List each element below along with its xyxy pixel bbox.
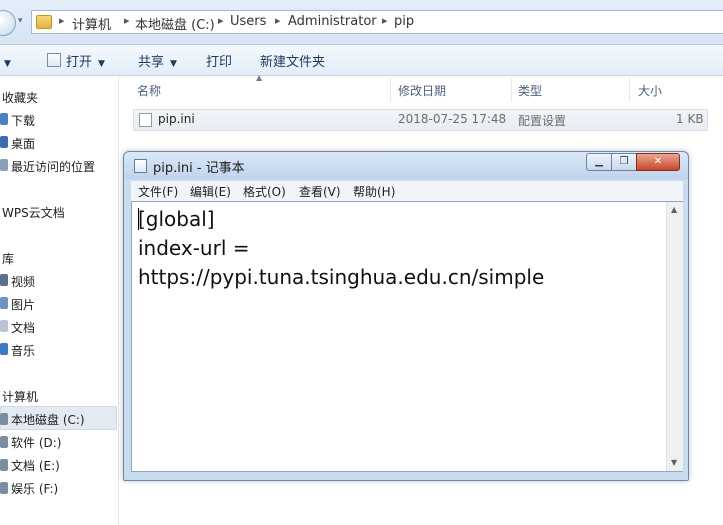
music-icon xyxy=(0,343,8,355)
nav-computer[interactable]: 计算机 xyxy=(2,388,38,405)
menu-view[interactable]: 查看(V) xyxy=(299,183,341,200)
menu-help[interactable]: 帮助(H) xyxy=(353,183,395,200)
downloads-icon xyxy=(0,113,8,125)
notepad-title-bar[interactable]: pip.ini - 记事本 ▁ ❐ ✕ xyxy=(124,152,688,179)
share-label: 共享 xyxy=(138,55,165,70)
history-dropdown-icon[interactable]: ▾ xyxy=(18,16,30,28)
column-divider[interactable] xyxy=(511,78,512,102)
breadcrumb-users[interactable]: Users xyxy=(230,14,266,29)
notepad-icon xyxy=(134,159,147,173)
breadcrumb-pip[interactable]: pip xyxy=(394,14,414,29)
chevron-down-icon: ▼ xyxy=(170,59,177,69)
drive-icon xyxy=(0,482,8,494)
chevron-down-icon: ▼ xyxy=(98,59,105,69)
open-icon xyxy=(47,53,61,67)
nav-drive-e[interactable]: 文档 (E:) xyxy=(11,457,60,474)
text-caret xyxy=(138,208,139,230)
menu-edit[interactable]: 编辑(E) xyxy=(190,183,231,200)
config-file-icon xyxy=(139,113,152,127)
drive-icon xyxy=(0,413,8,425)
menu-format[interactable]: 格式(O) xyxy=(243,183,286,200)
documents-icon xyxy=(0,320,8,332)
organize-button[interactable]: 组织▼ xyxy=(0,51,11,70)
new-folder-button[interactable]: 新建文件夹 xyxy=(260,51,325,70)
nav-videos[interactable]: 视频 xyxy=(11,273,35,290)
folder-icon xyxy=(36,15,52,29)
close-button[interactable]: ✕ xyxy=(636,153,680,171)
column-header-modified[interactable]: 修改日期 xyxy=(398,82,446,99)
nav-wps-cloud[interactable]: WPS云文档 xyxy=(2,204,65,221)
text-line: https://pypi.tuna.tsinghua.edu.cn/simple xyxy=(138,265,545,289)
navigation-pane: 收藏夹 下载 桌面 最近访问的位置 WPS云文档 库 视频 图片 文档 音乐 计… xyxy=(0,76,119,525)
text-editor[interactable]: [global] index-url = https://pypi.tuna.tsi… xyxy=(131,201,683,472)
chevron-down-icon: ▼ xyxy=(4,59,11,69)
file-type: 配置设置 xyxy=(518,114,567,128)
text-line: index-url = xyxy=(138,236,250,260)
column-header-name[interactable]: 名称 xyxy=(137,82,161,99)
text-line: [global] xyxy=(138,207,215,231)
command-toolbar: 组织▼ 打开 ▼ 共享 ▼ 打印 新建文件夹 xyxy=(0,45,723,76)
scroll-up-icon[interactable]: ▲ xyxy=(671,205,677,214)
breadcrumb-drive-c[interactable]: 本地磁盘 (C:) xyxy=(135,14,215,33)
menu-file[interactable]: 文件(F) xyxy=(138,183,178,200)
breadcrumb-chevron-icon[interactable]: ▸ xyxy=(59,14,65,27)
desktop-icon xyxy=(0,136,8,148)
breadcrumb-computer[interactable]: 计算机 xyxy=(72,14,111,33)
open-label: 打开 xyxy=(66,55,93,70)
drive-icon xyxy=(0,459,8,471)
nav-favorites[interactable]: 收藏夹 xyxy=(2,89,38,106)
pictures-icon xyxy=(0,297,8,309)
nav-recent[interactable]: 最近访问的位置 xyxy=(11,158,95,175)
breadcrumb-chevron-icon[interactable]: ▸ xyxy=(218,14,224,27)
print-button[interactable]: 打印 xyxy=(206,51,232,70)
recent-places-icon xyxy=(0,159,8,171)
drive-icon xyxy=(0,436,8,448)
scroll-down-icon[interactable]: ▼ xyxy=(671,458,677,467)
nav-music[interactable]: 音乐 xyxy=(11,342,35,359)
column-divider[interactable] xyxy=(629,78,630,102)
sort-ascending-icon: ▲ xyxy=(256,73,263,82)
nav-desktop[interactable]: 桌面 xyxy=(11,135,35,152)
breadcrumb-chevron-icon[interactable]: ▸ xyxy=(382,14,388,27)
nav-drive-d[interactable]: 软件 (D:) xyxy=(11,434,61,451)
file-modified: 2018-07-25 17:48 xyxy=(398,112,507,126)
videos-icon xyxy=(0,274,8,286)
nav-documents[interactable]: 文档 xyxy=(11,319,35,336)
restore-button[interactable]: ❐ xyxy=(611,153,637,171)
screen: ▾ ▸ 计算机 ▸ 本地磁盘 (C:) ▸ Users ▸ Administra… xyxy=(0,0,723,525)
nav-drive-f[interactable]: 娱乐 (F:) xyxy=(11,480,58,497)
nav-drive-c[interactable]: 本地磁盘 (C:) xyxy=(11,411,85,428)
file-name: pip.ini xyxy=(158,112,195,126)
breadcrumb-chevron-icon[interactable]: ▸ xyxy=(275,14,281,27)
nav-libraries[interactable]: 库 xyxy=(2,250,14,267)
address-bar-strip: ▾ ▸ 计算机 ▸ 本地磁盘 (C:) ▸ Users ▸ Administra… xyxy=(0,0,723,45)
back-button[interactable] xyxy=(0,10,16,36)
file-size: 1 KB xyxy=(676,112,704,126)
nav-downloads[interactable]: 下载 xyxy=(11,112,35,129)
file-row[interactable]: pip.ini 2018-07-25 17:48 配置设置 1 KB xyxy=(133,109,708,131)
share-button[interactable]: 共享 ▼ xyxy=(138,51,177,70)
notepad-menu-bar: 文件(F) 编辑(E) 格式(O) 查看(V) 帮助(H) xyxy=(131,181,683,202)
breadcrumb-chevron-icon[interactable]: ▸ xyxy=(124,14,130,27)
vertical-scrollbar[interactable]: ▲ ▼ xyxy=(666,202,683,471)
column-header-size[interactable]: 大小 xyxy=(638,82,662,99)
nav-pictures[interactable]: 图片 xyxy=(11,296,35,313)
address-bar[interactable]: ▸ 计算机 ▸ 本地磁盘 (C:) ▸ Users ▸ Administrato… xyxy=(31,10,723,34)
breadcrumb-administrator[interactable]: Administrator xyxy=(288,14,377,29)
notepad-title: pip.ini - 记事本 xyxy=(153,161,245,176)
notepad-window: pip.ini - 记事本 ▁ ❐ ✕ 文件(F) 编辑(E) 格式(O) 查看… xyxy=(123,151,689,481)
column-header-type[interactable]: 类型 xyxy=(518,82,542,99)
minimize-button[interactable]: ▁ xyxy=(586,153,612,171)
column-divider[interactable] xyxy=(390,78,391,102)
open-button[interactable]: 打开 ▼ xyxy=(66,51,105,70)
editor-content: [global] index-url = https://pypi.tuna.tsi… xyxy=(138,205,658,292)
